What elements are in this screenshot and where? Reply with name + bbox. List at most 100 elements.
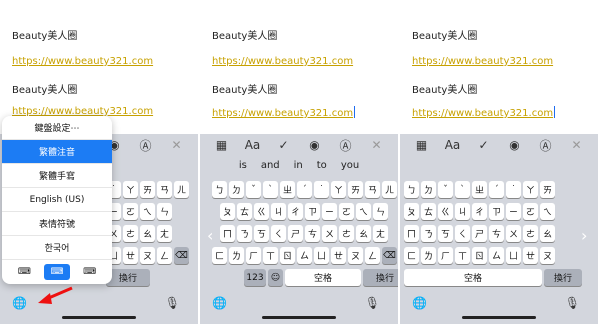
left-keyboard-icon[interactable]: ⌨ <box>11 264 37 280</box>
key[interactable]: ㄈ <box>404 247 419 264</box>
emoji-key[interactable]: ☺ <box>268 269 283 286</box>
key[interactable]: ㄋ <box>421 225 436 242</box>
space-key[interactable]: 空格 <box>404 269 542 286</box>
key[interactable]: ㄉ <box>229 181 244 198</box>
key[interactable]: ㄑ <box>455 225 470 242</box>
key[interactable]: ㄗ <box>489 203 504 220</box>
key[interactable]: ㄦ <box>174 181 189 198</box>
key[interactable]: ㄥ <box>157 247 172 264</box>
key[interactable]: ㄍ <box>254 203 269 220</box>
suggestion[interactable]: to <box>317 160 327 176</box>
key[interactable]: ㄏ <box>246 247 261 264</box>
key[interactable]: ˙ <box>314 181 329 198</box>
key[interactable]: ㄅ <box>212 181 227 198</box>
menu-item-english[interactable]: English (US) <box>2 188 112 212</box>
chevron-right-icon[interactable]: › <box>581 226 587 245</box>
note-link[interactable]: https://www.beauty321.com <box>412 106 556 119</box>
key[interactable]: ㄝ <box>123 247 138 264</box>
key[interactable]: ㄚ <box>331 181 346 198</box>
format-icon[interactable]: Aa <box>443 138 463 152</box>
check-icon[interactable]: ✓ <box>474 138 494 152</box>
key[interactable]: ㄟ <box>140 203 155 220</box>
key[interactable]: ㄡ <box>140 247 155 264</box>
suggestion[interactable]: you <box>341 160 359 176</box>
key[interactable]: ㄣ <box>373 203 388 220</box>
key[interactable]: ㄩ <box>314 247 329 264</box>
key[interactable]: ㄖ <box>472 247 487 264</box>
key[interactable]: ㄛ <box>123 203 138 220</box>
key[interactable]: ㄖ <box>280 247 295 264</box>
key[interactable]: ˊ <box>297 181 312 198</box>
key[interactable]: ㄉ <box>421 181 436 198</box>
key[interactable]: ㄜ <box>523 225 538 242</box>
close-icon[interactable]: ✕ <box>367 138 387 152</box>
key[interactable]: ㄨ <box>506 225 521 242</box>
key[interactable]: ㄌ <box>229 247 244 264</box>
key[interactable]: ㄧ <box>506 203 521 220</box>
key[interactable]: ㄕ <box>288 225 303 242</box>
key[interactable]: ㄥ <box>365 247 380 264</box>
key[interactable]: ㄞ <box>348 181 363 198</box>
key[interactable]: ˊ <box>489 181 504 198</box>
key[interactable]: ㄆ <box>404 203 419 220</box>
menu-item-keyboard-settings[interactable]: 鍵盤設定⋯ <box>2 116 112 140</box>
globe-icon[interactable]: 🌐 <box>12 296 27 310</box>
key[interactable]: ㄚ <box>523 181 538 198</box>
key[interactable]: ㄋ <box>237 225 252 242</box>
suggestion[interactable]: and <box>261 160 280 176</box>
key[interactable]: ˋ <box>263 181 278 198</box>
key[interactable]: ˋ <box>455 181 470 198</box>
key[interactable]: ㄟ <box>540 203 555 220</box>
key[interactable]: ㄓ <box>472 181 487 198</box>
key[interactable]: ㄊ <box>237 203 252 220</box>
key[interactable]: ㄆ <box>220 203 235 220</box>
key[interactable]: ㄕ <box>472 225 487 242</box>
key[interactable]: ㄇ <box>220 225 235 242</box>
key[interactable]: ㄅ <box>404 181 419 198</box>
key[interactable]: ㄤ <box>373 225 388 242</box>
key[interactable]: ㄈ <box>212 247 227 264</box>
key[interactable]: ㄣ <box>157 203 172 220</box>
key[interactable]: ㄙ <box>489 247 504 264</box>
markup-icon[interactable]: Ⓐ <box>336 137 356 154</box>
key[interactable]: ㄏ <box>438 247 453 264</box>
menu-item-handwriting[interactable]: 繁體手寫 <box>2 164 112 188</box>
format-icon[interactable]: Aa <box>243 138 263 152</box>
key[interactable]: ㄡ <box>348 247 363 264</box>
key[interactable]: ㄦ <box>382 181 397 198</box>
enter-key[interactable]: 換行 <box>106 269 150 286</box>
key[interactable]: ㄞ <box>140 181 155 198</box>
key[interactable]: ㄛ <box>339 203 354 220</box>
key[interactable]: ˙ <box>506 181 521 198</box>
markup-icon[interactable]: Ⓐ <box>136 137 156 154</box>
key[interactable]: ˇ <box>246 181 261 198</box>
menu-item-emoji[interactable]: 表情符號 <box>2 212 112 236</box>
key[interactable]: ㄌ <box>421 247 436 264</box>
key[interactable]: ㄜ <box>339 225 354 242</box>
key[interactable]: ㄩ <box>506 247 521 264</box>
markup-icon[interactable]: Ⓐ <box>536 137 556 154</box>
globe-icon[interactable]: 🌐 <box>212 296 227 310</box>
key[interactable]: ㄟ <box>356 203 371 220</box>
key[interactable]: ㄊ <box>421 203 436 220</box>
key[interactable]: ㄇ <box>404 225 419 242</box>
key[interactable]: ㄤ <box>157 225 172 242</box>
key[interactable]: ˇ <box>438 181 453 198</box>
key[interactable]: ㄗ <box>305 203 320 220</box>
key[interactable]: ㄐ <box>271 203 286 220</box>
backspace-key[interactable]: ⌫ <box>382 247 397 264</box>
microphone-icon[interactable]: 🎙 <box>365 296 380 310</box>
key[interactable]: ㄒ <box>263 247 278 264</box>
key[interactable]: ㄠ <box>540 225 555 242</box>
key[interactable]: ㄢ <box>365 181 380 198</box>
key[interactable]: ㄐ <box>455 203 470 220</box>
close-icon[interactable]: ✕ <box>567 138 587 152</box>
microphone-icon[interactable]: 🎙 <box>565 296 580 310</box>
key[interactable]: ㄝ <box>523 247 538 264</box>
key[interactable]: ㄔ <box>472 203 487 220</box>
camera-icon[interactable]: ◉ <box>505 138 525 152</box>
key[interactable]: ㄎ <box>254 225 269 242</box>
key[interactable]: ㄠ <box>356 225 371 242</box>
key[interactable]: ㄙ <box>297 247 312 264</box>
backspace-key[interactable]: ⌫ <box>174 247 189 264</box>
